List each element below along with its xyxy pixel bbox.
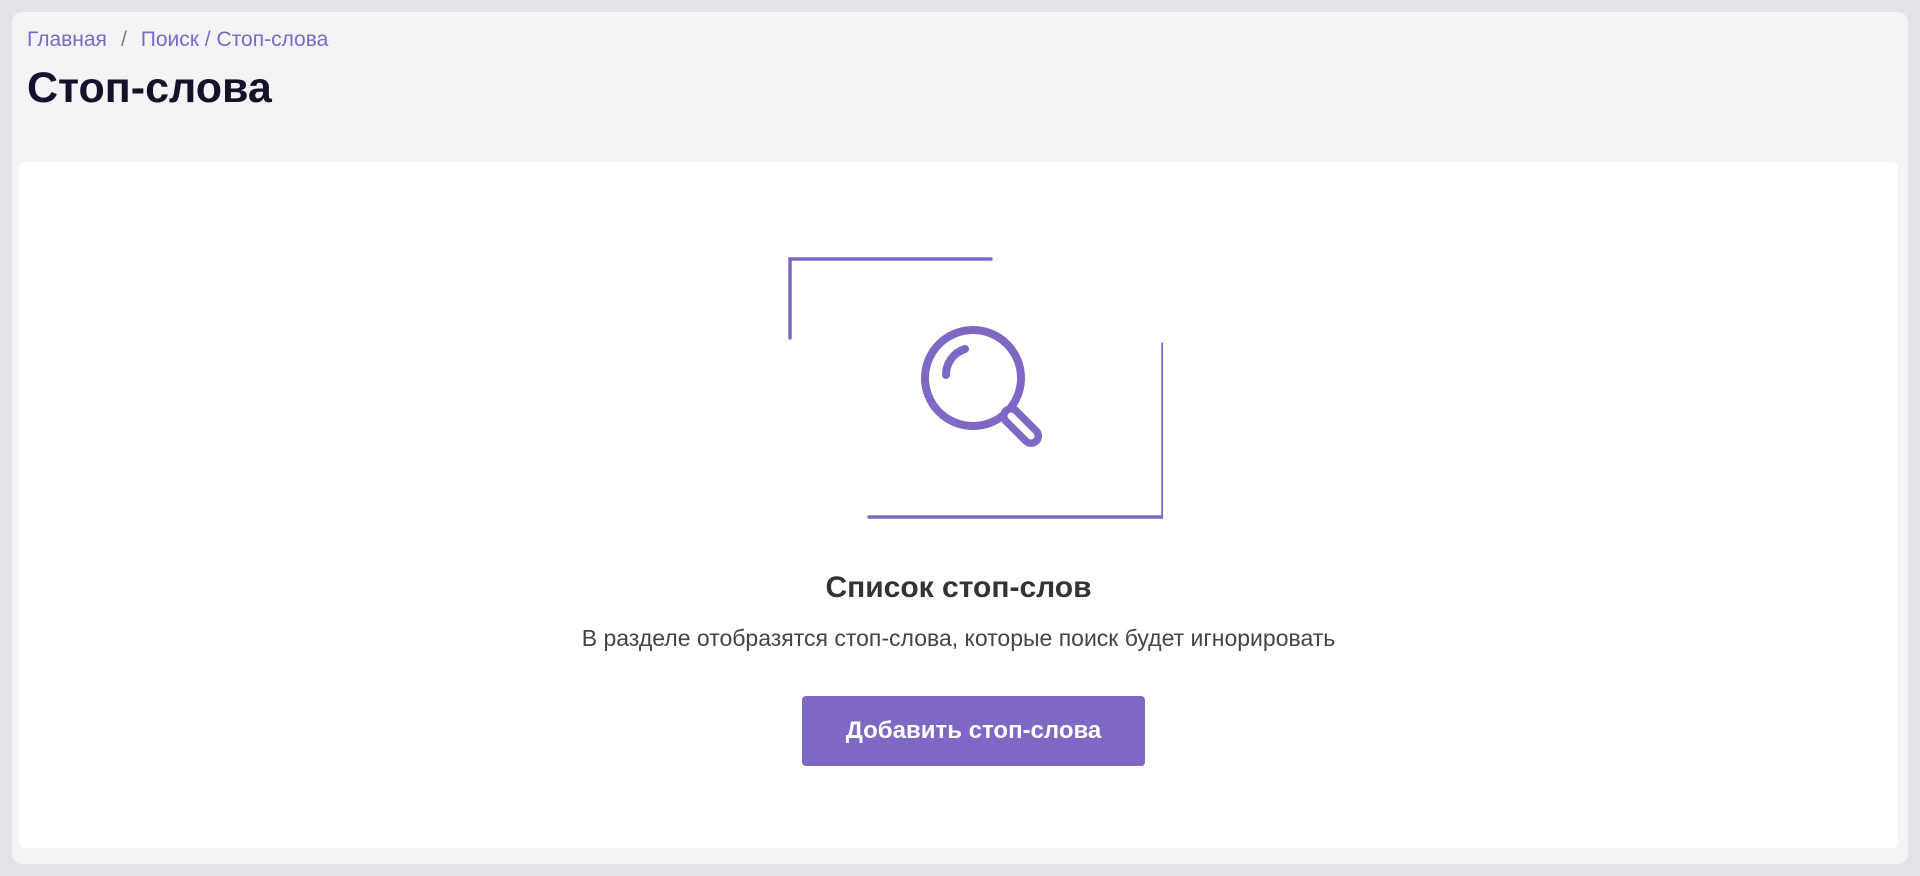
breadcrumb-home-link[interactable]: Главная [27,28,107,51]
breadcrumb-separator: / [120,28,127,51]
breadcrumb: Главная / Поиск / Стоп-слова [27,26,328,54]
page-title: Стоп-слова [27,64,272,112]
magnifier-icon [921,326,1042,447]
empty-state-description: В разделе отобразятся стоп-слова, которы… [581,625,1336,651]
add-stop-words-button[interactable]: Добавить стоп-слова [802,696,1145,766]
empty-state-card: Список стоп-слов В разделе отобразятся с… [19,162,1898,848]
app-window: Главная / Поиск / Стоп-слова Стоп-слова Сп… [12,12,1908,864]
frame-corner-top-left [788,257,993,340]
breadcrumb-current-link[interactable]: Поиск / Стоп-слова [141,28,329,51]
empty-state-title: Список стоп-слов [825,571,1092,604]
empty-state-illustration [788,257,1163,519]
